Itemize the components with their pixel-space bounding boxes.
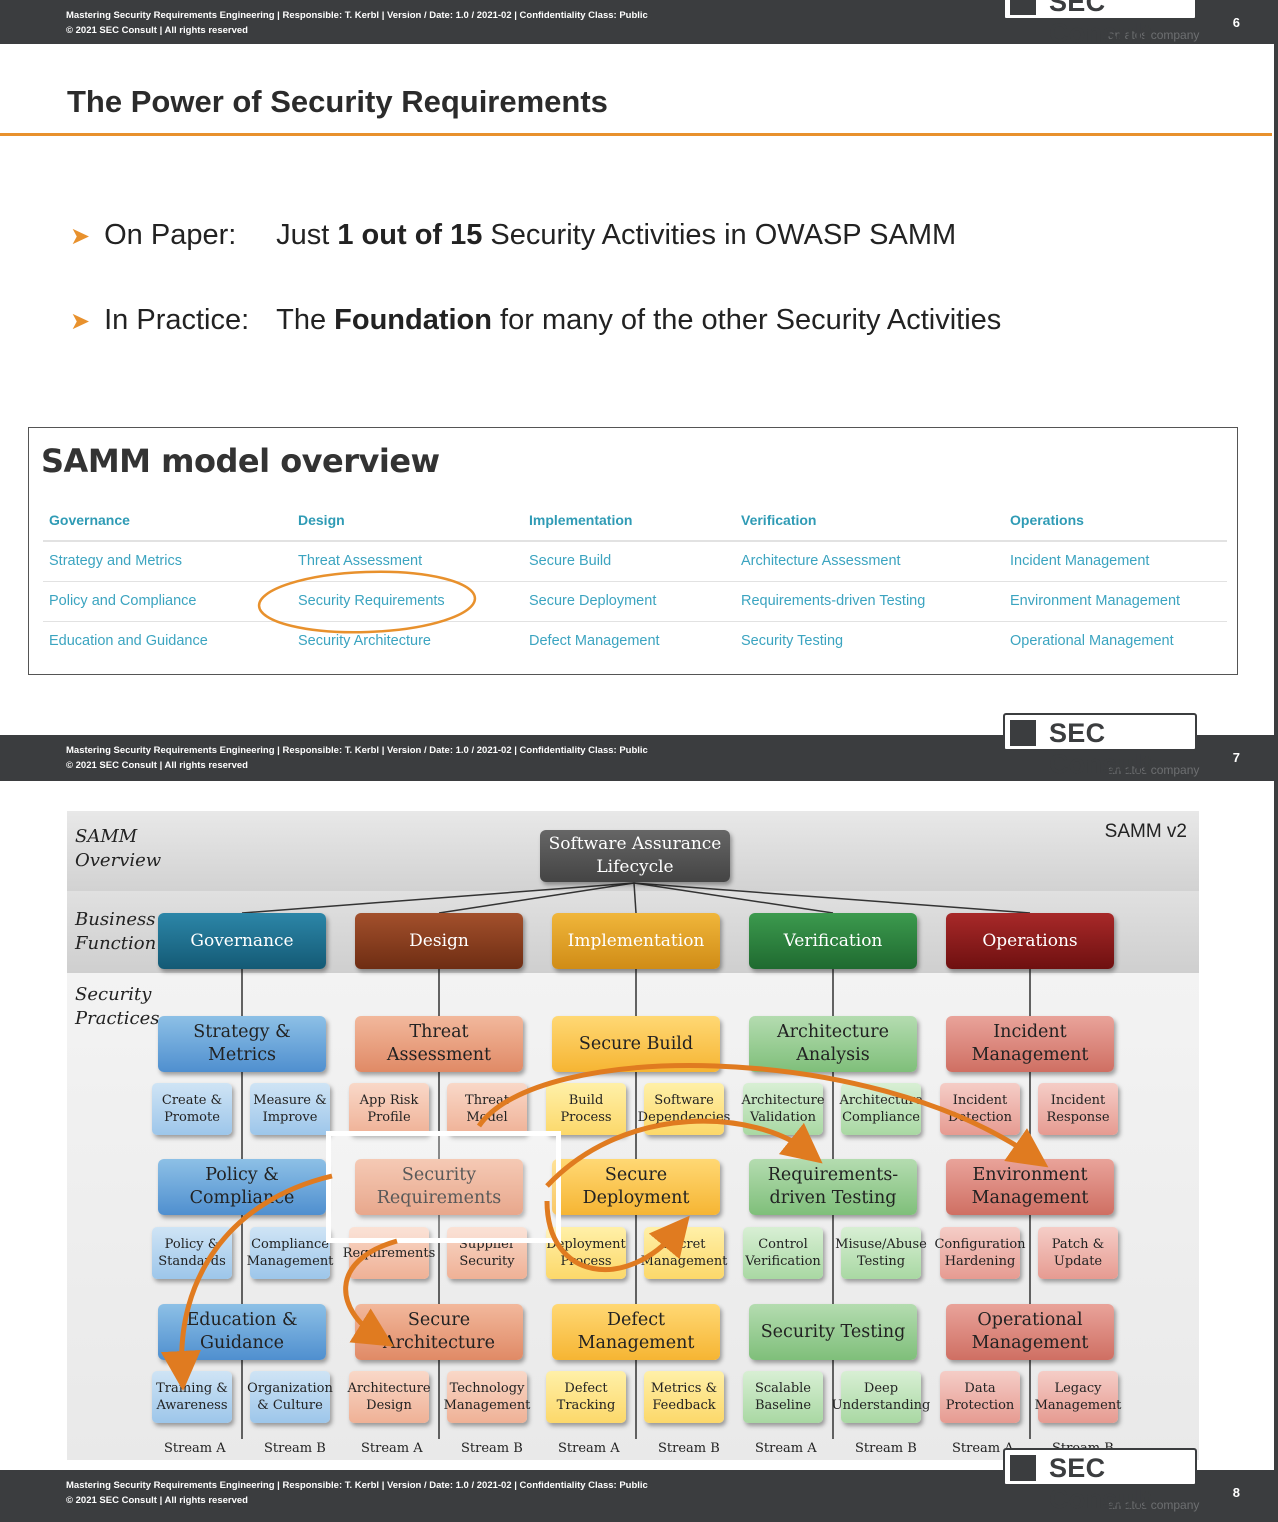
table-divider (43, 540, 1227, 542)
table-divider (43, 581, 1227, 582)
bullet-bold: Foundation (334, 304, 492, 336)
slide-gap (0, 781, 1274, 789)
arrow-bullet-icon: ➤ (70, 308, 91, 335)
table-header-governance: Governance (49, 512, 130, 528)
bullet-bold: 1 out of 15 (337, 219, 483, 251)
table-link[interactable]: Environment Management (1010, 593, 1180, 609)
table-divider (43, 621, 1227, 622)
bullet-text: for many of the other Security Activitie… (491, 304, 1002, 336)
table-link[interactable]: Incident Management (1010, 553, 1149, 569)
footer-line-2: © 2021 SEC Consult | All rights reserved (66, 760, 248, 771)
table-header-verification: Verification (741, 512, 817, 528)
bullet-label: On Paper: (104, 219, 237, 251)
bullet-text: The (276, 304, 335, 336)
bullet-label: In Practice: (104, 304, 250, 336)
table-link[interactable]: Education and Guidance (49, 633, 208, 649)
table-link[interactable]: Policy and Compliance (49, 593, 197, 609)
footer-line-1: Mastering Security Requirements Engineer… (66, 10, 648, 21)
samm-model-overview-table: SAMM model overview Governance Design Im… (28, 427, 1238, 675)
slide-title: The Power of Security Requirements (67, 84, 608, 119)
arrow-to-requirements-testing (545, 1118, 823, 1188)
star-icon (1010, 1455, 1036, 1481)
table-link[interactable]: Strategy and Metrics (49, 553, 182, 569)
logo-text: SEC Consult (1049, 0, 1152, 48)
title-divider (0, 133, 1272, 136)
sec-consult-logo: SEC Consult (1003, 0, 1197, 48)
bullet-text: Security Activities in OWASP SAMM (482, 219, 957, 251)
highlight-ellipse (257, 570, 477, 634)
arrow-to-training (160, 1173, 333, 1391)
arrow-to-environment-management (476, 1063, 1049, 1168)
table-link[interactable]: Architecture Assessment (741, 553, 901, 569)
sec-consult-logo: SEC Consult (1003, 713, 1197, 779)
star-icon (1010, 0, 1036, 15)
logo-text: SEC Consult (1049, 718, 1152, 779)
table-link[interactable]: Secure Build (529, 553, 611, 569)
bullet-in-practice: ➤ In Practice: The Foundation for many of … (70, 304, 1001, 337)
page-edge (1274, 0, 1278, 1522)
footer-line-2: © 2021 SEC Consult | All rights reserved (66, 25, 248, 36)
table-header-implementation: Implementation (529, 512, 633, 528)
page-number: 6 (1232, 15, 1240, 30)
arrow-to-secret-management (544, 1200, 690, 1273)
arrow-to-secure-architecture (343, 1238, 398, 1347)
page-number: 7 (1232, 750, 1240, 765)
logo-text: SEC Consult (1049, 1453, 1152, 1514)
table-header-operations: Operations (1010, 512, 1084, 528)
bullet-on-paper: ➤ On Paper: Just 1 out of 15 Security Acti… (70, 219, 956, 252)
dependency-arrows (160, 1063, 1049, 1391)
samm-table-title: SAMM model overview (41, 442, 440, 480)
table-link[interactable]: Requirements-driven Testing (741, 593, 925, 609)
table-link[interactable]: Defect Management (529, 633, 660, 649)
footer-line-1: Mastering Security Requirements Engineer… (66, 1480, 648, 1491)
sec-consult-logo: SEC Consult (1003, 1448, 1197, 1514)
bullet-text: Just (276, 219, 338, 251)
samm-v2-diagram: SAMM Overview Business Function Security… (67, 811, 1199, 1460)
table-link[interactable]: Operational Management (1010, 633, 1174, 649)
arrow-bullet-icon: ➤ (70, 223, 91, 250)
footer-line-1: Mastering Security Requirements Engineer… (66, 745, 648, 756)
page-number: 8 (1232, 1485, 1240, 1500)
footer-line-2: © 2021 SEC Consult | All rights reserved (66, 1495, 248, 1506)
table-link[interactable]: Security Testing (741, 633, 843, 649)
table-header-design: Design (298, 512, 345, 528)
table-link[interactable]: Secure Deployment (529, 593, 656, 609)
star-icon (1010, 720, 1036, 746)
